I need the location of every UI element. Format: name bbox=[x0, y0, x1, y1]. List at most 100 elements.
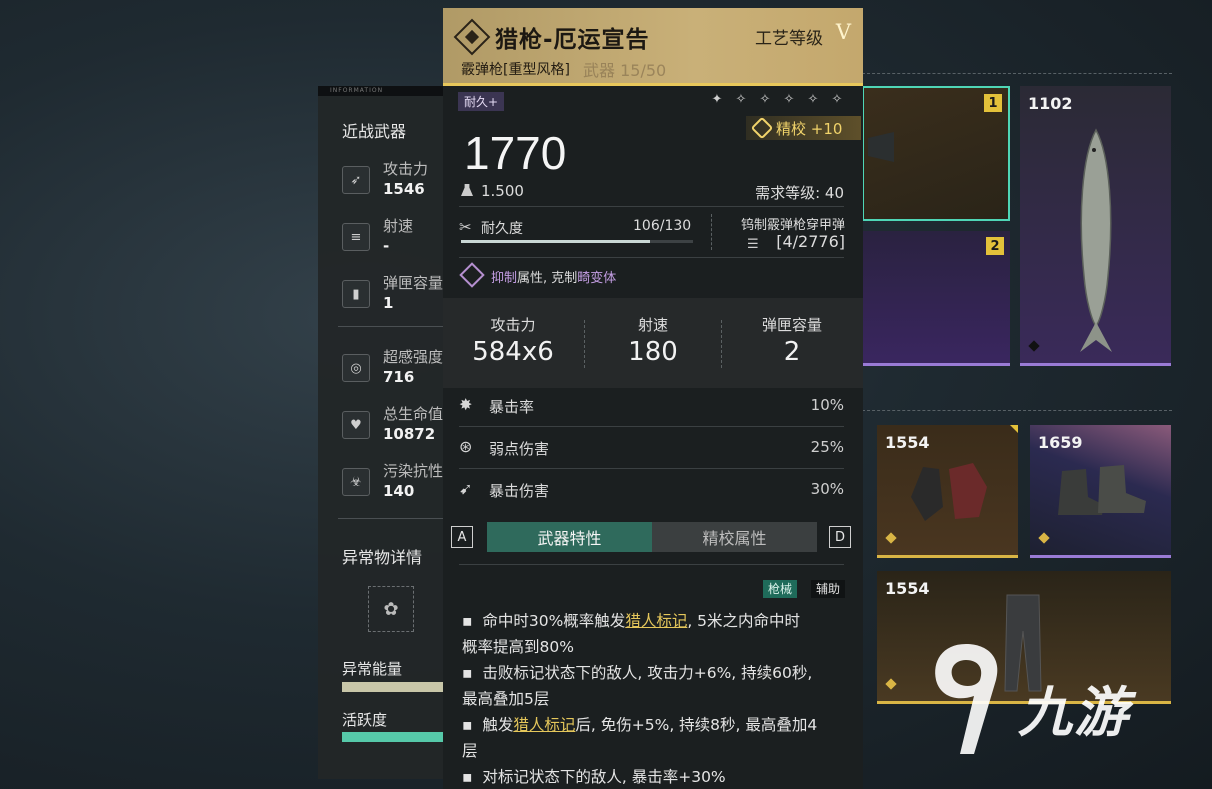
slot-diamond bbox=[1028, 340, 1040, 352]
trait-line: 抑制属性, 克制畸变体 bbox=[491, 267, 616, 286]
desc-text: 概率提高到80% bbox=[462, 638, 574, 656]
refine-text: 精校 +10 bbox=[776, 119, 843, 138]
stat-value: 140 bbox=[383, 482, 415, 500]
main-stat-value: 2 bbox=[783, 337, 801, 367]
sub-stat-weakspot: ⊛ 弱点伤害 25% bbox=[459, 427, 844, 469]
weakspot-icon: ⊛ bbox=[459, 437, 473, 456]
trait-desc-line: 最高叠加5层 bbox=[462, 686, 852, 712]
tooltip-header: 猎枪-厄运宣告 工艺等级 V 霰弹枪[重型风格] 武器 15/50 bbox=[443, 8, 863, 86]
desc-text: 最高叠加5层 bbox=[462, 690, 550, 708]
trait-desc-line: ▪ 命中时30%概率触发猎人标记, 5米之内命中时 bbox=[462, 612, 801, 630]
required-level: 需求等级: 40 bbox=[755, 184, 844, 202]
inventory-divider bbox=[862, 410, 1172, 411]
star-icon: ✧ bbox=[783, 92, 795, 107]
hunter-mark-link[interactable]: 猎人标记 bbox=[513, 716, 575, 734]
tab-refine-attributes[interactable]: 精校属性 bbox=[652, 522, 817, 552]
inventory-slot-gun-2[interactable]: 2 bbox=[862, 231, 1010, 366]
rarity-line bbox=[1030, 555, 1171, 558]
sub-stat-label: 暴击伤害 bbox=[489, 482, 550, 500]
refine-icon bbox=[750, 116, 774, 140]
durability-tag: 耐久+ bbox=[458, 92, 505, 111]
stat-fire-rate[interactable]: ≡ 射速 - bbox=[342, 215, 448, 259]
star-icon: ✧ bbox=[831, 92, 843, 107]
new-item-marker bbox=[1010, 425, 1018, 433]
divider bbox=[338, 518, 446, 519]
watermark-text: 九游 bbox=[1018, 681, 1130, 744]
hunter-mark-link[interactable]: 猎人标记 bbox=[625, 612, 687, 630]
header-accent-line bbox=[443, 83, 863, 86]
gun-icon bbox=[868, 132, 894, 162]
stat-magazine[interactable]: ▮ 弹匣容量 1 bbox=[342, 272, 448, 316]
trait-mid: 属性, 克制 bbox=[517, 271, 578, 286]
durability-label: 耐久度 bbox=[481, 221, 523, 237]
rarity-line bbox=[877, 555, 1018, 558]
stat-health[interactable]: ♥ 总生命值 10872 bbox=[342, 403, 448, 447]
craft-level-label: 工艺等级 bbox=[755, 29, 823, 49]
stat-contamination[interactable]: ☣ 污染抗性 140 bbox=[342, 460, 448, 504]
weapon-count-text: 武器 15/50 bbox=[583, 61, 667, 80]
next-tab-key[interactable]: D bbox=[829, 526, 851, 548]
anomaly-energy-bar bbox=[342, 682, 448, 692]
sub-stat-crit-damage: ➹ 暴击伤害 30% bbox=[459, 469, 844, 511]
sub-stat-value: 30% bbox=[810, 480, 844, 498]
anomaly-slot[interactable]: ✿ bbox=[368, 586, 414, 632]
stat-label: 弹匣容量 bbox=[383, 274, 444, 292]
sub-stat-crit-rate: ✸ 暴击率 10% bbox=[459, 385, 844, 427]
trait-desc-line: ▪ 对标记状态下的敌人, 暴击率+30% bbox=[462, 768, 726, 786]
stat-label: 超感强度 bbox=[383, 348, 444, 366]
main-stats: 攻击力 584x6 射速 180 弹匣容量 2 bbox=[443, 298, 863, 388]
boots-icon bbox=[1058, 465, 1146, 515]
fish-icon bbox=[1080, 128, 1112, 352]
sub-stat-label: 弱点伤害 bbox=[489, 440, 550, 458]
trait-icon bbox=[459, 262, 485, 288]
stat-value: 10872 bbox=[383, 425, 436, 443]
main-stat-label: 攻击力 bbox=[490, 316, 536, 334]
durability-icon: ✂ bbox=[459, 218, 472, 236]
star-icon: ✧ bbox=[807, 92, 819, 107]
stat-attack[interactable]: ➶ 攻击力 1546 bbox=[342, 158, 448, 202]
slot-diamond bbox=[885, 532, 897, 544]
trait-desc-line: 层 bbox=[462, 738, 852, 764]
inventory-slot-boots[interactable]: 1659 bbox=[1030, 425, 1171, 558]
activity-label: 活跃度 bbox=[342, 711, 388, 729]
slot-power: 1554 bbox=[885, 433, 930, 452]
attack-icon: ➶ bbox=[342, 166, 370, 194]
stat-label: 污染抗性 bbox=[383, 462, 444, 480]
trait-suffix: 畸变体 bbox=[577, 271, 617, 286]
anomaly-details-title: 异常物详情 bbox=[342, 548, 423, 567]
tag-firearm: 枪械 bbox=[762, 580, 797, 598]
tab-bar: 武器特性 精校属性 bbox=[487, 522, 817, 552]
tab-weapon-traits[interactable]: 武器特性 bbox=[487, 522, 652, 552]
sub-stat-value: 25% bbox=[810, 438, 844, 456]
ammo-count: [4/2776] bbox=[776, 232, 845, 251]
inventory-slot-gun-1[interactable]: 1 bbox=[862, 86, 1010, 221]
divider bbox=[338, 326, 446, 327]
divider bbox=[459, 206, 844, 207]
health-icon: ♥ bbox=[342, 411, 370, 439]
slot-power: 1554 bbox=[885, 579, 930, 598]
durability-fill bbox=[461, 240, 651, 243]
stat-psi-intensity[interactable]: ◎ 超感强度 716 bbox=[342, 346, 448, 390]
inventory-slot-fish[interactable]: 1102 bbox=[1020, 86, 1171, 366]
contamination-icon: ☣ bbox=[342, 468, 370, 496]
sub-stat-label: 暴击率 bbox=[489, 398, 535, 416]
trait-prefix: 抑制 bbox=[491, 271, 518, 286]
stat-value: 716 bbox=[383, 368, 415, 386]
desc-text: 层 bbox=[462, 742, 478, 760]
stat-value: 1 bbox=[383, 294, 394, 312]
main-stat-magazine: 弹匣容量 2 bbox=[722, 314, 862, 367]
desc-text: 击败标记状态下的敌人, 攻击力+6%, 持续60秒, bbox=[482, 664, 813, 682]
inventory-slot-gloves[interactable]: 1554 bbox=[877, 425, 1018, 558]
desc-text: , 5米之内命中时 bbox=[687, 612, 801, 630]
tag-support: 辅助 bbox=[810, 580, 845, 598]
item-name: 猎枪-厄运宣告 bbox=[495, 27, 650, 53]
prev-tab-key[interactable]: A bbox=[451, 526, 473, 548]
star-icon: ✦ bbox=[711, 92, 723, 107]
refine-badge: 精校 +10 bbox=[746, 116, 861, 140]
stat-value: - bbox=[383, 237, 390, 255]
anomaly-energy-label: 异常能量 bbox=[342, 660, 403, 678]
stat-label: 射速 bbox=[383, 217, 414, 235]
main-stat-attack: 攻击力 584x6 bbox=[443, 314, 583, 367]
sub-stat-value: 10% bbox=[810, 396, 844, 414]
trait-desc-line: 概率提高到80% bbox=[462, 634, 852, 660]
